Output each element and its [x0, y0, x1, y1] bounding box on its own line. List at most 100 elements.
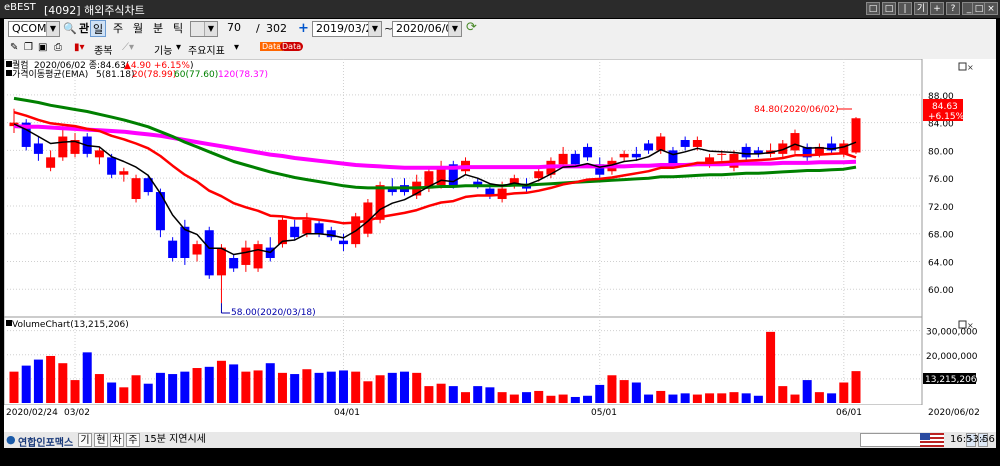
- volume-bar: [766, 331, 776, 403]
- volume-bar: [94, 374, 104, 403]
- price-tick-label: 76.00: [928, 175, 954, 185]
- help-button[interactable]: ?: [946, 2, 960, 15]
- bottom-button[interactable]: 차: [110, 433, 124, 447]
- ema-legend-item: 60(77.60): [174, 70, 218, 80]
- chevron-down-icon[interactable]: ▾: [176, 42, 181, 53]
- volume-bar: [119, 387, 129, 403]
- count-input[interactable]: 70: [224, 21, 254, 37]
- line-tool-icon[interactable]: ⟋▾: [122, 42, 134, 53]
- volume-bar: [839, 382, 849, 403]
- volume-bar: [70, 380, 80, 403]
- volume-bar: [583, 395, 593, 403]
- volume-bar: [631, 382, 641, 403]
- count-separator: /: [256, 22, 260, 35]
- copy-icon[interactable]: ❐: [24, 42, 33, 53]
- start-date-input[interactable]: 2019/03/22 ▼: [312, 21, 382, 37]
- volume-bar: [326, 371, 336, 403]
- candle-body: [168, 240, 178, 258]
- window-control-button[interactable]: |: [898, 2, 912, 15]
- bottom-button[interactable]: 기: [78, 433, 92, 447]
- candle-body: [241, 247, 251, 265]
- candle-body: [668, 150, 678, 165]
- volume-tick-label: 20,000,000: [926, 352, 978, 362]
- window-title: [4092] 해외주식차트: [44, 4, 145, 17]
- tab-day[interactable]: 일: [90, 20, 106, 37]
- candle-body: [58, 136, 68, 158]
- volume-bar: [277, 372, 287, 403]
- indicator-menu[interactable]: 주요지표: [188, 42, 225, 57]
- candle-body: [229, 258, 239, 269]
- app-logo: eBEST: [4, 2, 36, 13]
- chart-area[interactable]: 88.00 84.00 80.00 76.00 72.00 68.00 64.00 60.00…: [3, 58, 996, 432]
- window-control-button[interactable]: □: [882, 2, 896, 15]
- volume-bar: [229, 364, 239, 403]
- candle-icon[interactable]: ▮▾: [74, 42, 85, 53]
- candle-body: [717, 153, 727, 155]
- close-button[interactable]: ×: [984, 2, 998, 15]
- function-menu[interactable]: 기능: [154, 42, 172, 57]
- tab-week[interactable]: 주: [110, 20, 126, 37]
- x-axis-label: 04/01: [334, 408, 360, 418]
- bottom-bar: 기 현 차 주 15분 지연시세 − +: [4, 432, 996, 448]
- refresh-icon[interactable]: ⟳: [466, 20, 477, 35]
- plus-icon[interactable]: +: [298, 21, 309, 36]
- volume-bar: [143, 383, 153, 403]
- chevron-down-icon[interactable]: ▼: [204, 22, 217, 36]
- chevron-down-icon[interactable]: ▼: [448, 22, 461, 36]
- bottom-button[interactable]: 현: [94, 433, 108, 447]
- volume-bar: [168, 374, 178, 403]
- price-chart[interactable]: 88.0084.0080.0076.0072.0068.0064.0060.00…: [3, 58, 996, 432]
- data-badge[interactable]: Data: [280, 42, 304, 51]
- candle-body: [338, 240, 348, 245]
- bottom-button[interactable]: 주: [126, 433, 140, 447]
- chevron-down-icon[interactable]: ▼: [46, 22, 59, 36]
- tab-minute[interactable]: 분: [150, 20, 166, 37]
- candle-body: [644, 143, 654, 151]
- candle-body: [741, 146, 751, 158]
- volume-bar: [644, 394, 654, 403]
- chevron-down-icon[interactable]: ▾: [234, 42, 239, 53]
- candle-body: [656, 136, 666, 151]
- volume-bar: [338, 370, 348, 403]
- edit-icon[interactable]: ✎: [10, 42, 18, 53]
- candle-body: [631, 153, 641, 158]
- volume-bar: [58, 363, 68, 403]
- globe-icon: ●: [6, 433, 16, 446]
- low-annotation: 58.00(2020/03/18): [231, 308, 316, 318]
- symbol-input[interactable]: QCOM ▼: [8, 21, 60, 37]
- ema-legend-item: 20(78.99): [132, 70, 176, 80]
- chevron-down-icon[interactable]: ▼: [368, 22, 381, 36]
- tab-month[interactable]: 월: [130, 20, 146, 37]
- candle-body: [302, 219, 312, 234]
- period-select[interactable]: ▼: [190, 21, 218, 37]
- candle-body: [692, 140, 702, 147]
- volume-bar: [753, 395, 763, 403]
- scrollbar[interactable]: [860, 433, 922, 447]
- top-toolbar: QCOM ▼ 🔍 관 일 주 월 분 틱 ▼ 70 / 302 + 2019/0…: [4, 19, 996, 40]
- volume-bar: [314, 372, 324, 403]
- volume-bar: [107, 382, 117, 403]
- volume-bar: [424, 386, 434, 403]
- window-control-button[interactable]: □: [866, 2, 880, 15]
- volume-bar: [155, 372, 165, 403]
- volume-bar: [522, 392, 532, 403]
- candle-body: [314, 223, 324, 234]
- print-icon[interactable]: ⎙: [54, 42, 62, 53]
- volume-bar: [204, 366, 214, 403]
- candle-body: [216, 247, 226, 276]
- tab-tick[interactable]: 틱: [170, 20, 186, 37]
- candle-body: [46, 157, 56, 168]
- toolbar-label-0[interactable]: 종복: [94, 42, 112, 57]
- volume-bar: [399, 371, 409, 403]
- price-tick-label: 60.00: [928, 286, 954, 296]
- end-date-input[interactable]: 2020/06/02 ▼: [392, 21, 462, 37]
- delay-label: 15분 지연시세: [144, 434, 206, 445]
- volume-bar: [741, 393, 751, 403]
- volume-bar: [448, 386, 458, 403]
- window-control-button[interactable]: 기: [914, 2, 928, 15]
- x-axis-label: 06/01: [836, 408, 862, 418]
- window-control-button[interactable]: +: [930, 2, 944, 15]
- candle-body: [290, 226, 300, 238]
- save-icon[interactable]: ▣: [38, 42, 47, 53]
- volume-bar: [131, 375, 141, 403]
